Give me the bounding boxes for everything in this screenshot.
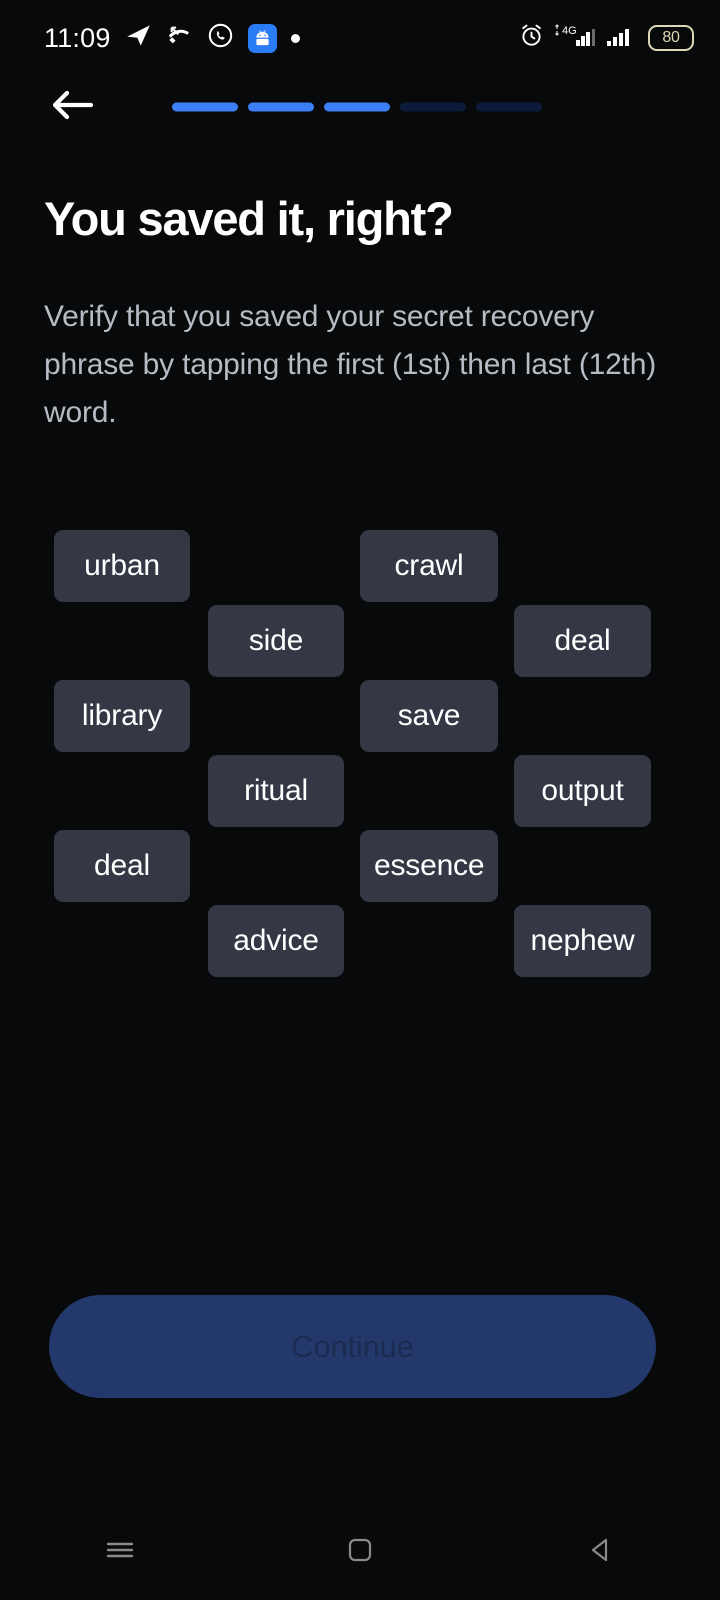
word-chip[interactable]: library — [54, 680, 190, 752]
recents-button[interactable] — [60, 1522, 180, 1582]
word-chip-label: nephew — [530, 924, 635, 957]
recents-icon — [102, 1535, 138, 1570]
word-chip[interactable]: crawl — [360, 530, 498, 602]
word-chip[interactable]: advice — [208, 905, 344, 977]
word-chip[interactable]: deal — [54, 830, 190, 902]
status-bar: 11:09 4G 80 — [0, 0, 720, 76]
word-chip-label: ritual — [244, 774, 308, 807]
word-chip-label: output — [541, 774, 624, 807]
svg-text:4G: 4G — [562, 25, 577, 37]
missed-call-icon — [166, 22, 193, 54]
whatsapp-icon — [207, 22, 234, 54]
word-chip[interactable]: side — [208, 605, 344, 677]
word-chip-label: deal — [554, 624, 611, 657]
page-title: You saved it, right? — [44, 192, 454, 245]
word-chip[interactable]: nephew — [514, 905, 651, 977]
battery-level-label: 80 — [662, 29, 680, 46]
phone-screen: 11:09 4G 80 You saved it, right? Verify … — [0, 0, 720, 1600]
word-chip-label: side — [248, 624, 304, 657]
word-chip[interactable]: output — [514, 755, 651, 827]
progress-indicator — [172, 102, 542, 112]
nav-back-button[interactable] — [540, 1522, 660, 1582]
page-subtitle: Verify that you saved your secret recove… — [44, 300, 656, 429]
progress-segment-5 — [476, 102, 542, 112]
word-chip-grid: urban crawl side deal library save ritual outpu… — [0, 515, 720, 995]
word-chip[interactable]: save — [360, 680, 498, 752]
back-button[interactable] — [44, 82, 100, 132]
home-button[interactable] — [300, 1522, 420, 1582]
progress-segment-4 — [400, 102, 466, 112]
telegram-icon — [125, 22, 152, 54]
top-bar — [0, 76, 720, 138]
status-bar-right: 4G 80 — [518, 22, 694, 55]
signal-bars-icon — [605, 22, 639, 55]
back-icon — [584, 1534, 616, 1571]
word-chip[interactable]: ritual — [208, 755, 344, 827]
word-chip[interactable]: urban — [54, 530, 190, 602]
progress-segment-1 — [172, 102, 238, 112]
signal-4g-icon: 4G — [554, 22, 596, 55]
dot-icon — [290, 33, 300, 43]
word-chip-label: essence — [374, 849, 485, 882]
word-chip-label: crawl — [394, 549, 464, 582]
android-nav-bar — [0, 1504, 720, 1600]
word-chip-label: save — [397, 699, 461, 732]
continue-button[interactable]: Continue — [49, 1295, 656, 1398]
progress-segment-3 — [324, 102, 390, 112]
word-chip[interactable]: essence — [360, 830, 499, 902]
word-chip-label: advice — [233, 924, 319, 957]
alarm-icon — [518, 22, 545, 54]
android-icon — [247, 23, 277, 53]
word-chip[interactable]: deal — [514, 605, 651, 677]
progress-segment-2 — [248, 102, 314, 112]
word-chip-label: urban — [84, 549, 160, 582]
status-bar-left: 11:09 — [44, 22, 300, 54]
battery-indicator: 80 — [648, 25, 694, 51]
status-bar-clock: 11:09 — [44, 22, 111, 53]
word-chip-label: deal — [94, 849, 150, 882]
word-chip-label: library — [81, 699, 163, 732]
home-icon — [344, 1534, 376, 1571]
back-arrow-icon — [50, 88, 94, 127]
